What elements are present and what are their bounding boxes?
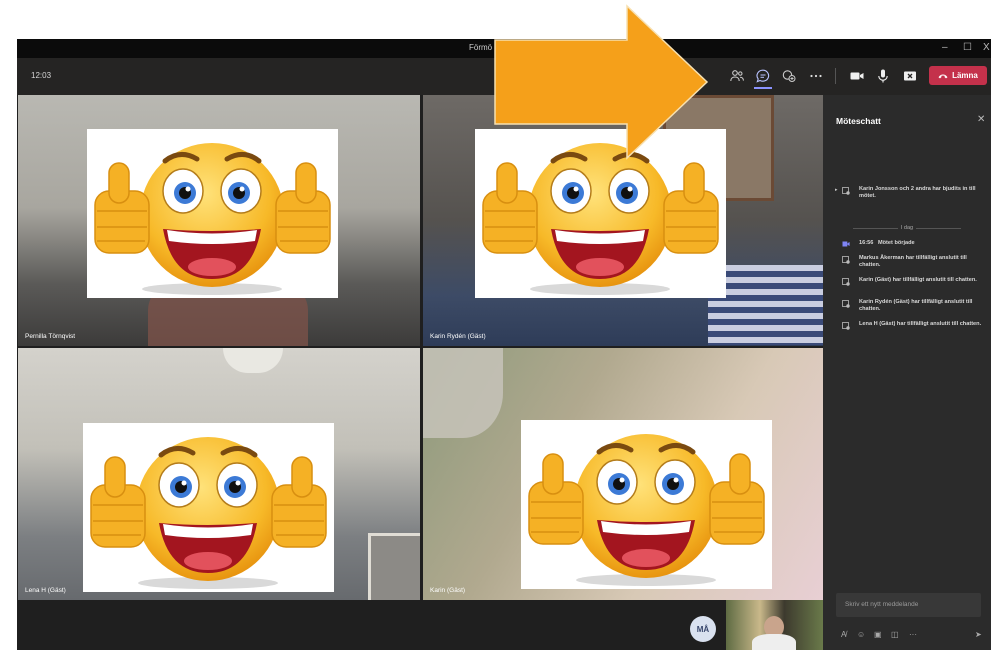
participant-name: Karin Rydén (Gäst)	[430, 333, 486, 340]
chat-member-icon	[842, 256, 850, 264]
meeting-chat-panel: Möteschatt ✕ ▸ Karin Jonsson och 2 andra…	[823, 95, 991, 650]
leave-label: Lämna	[952, 71, 978, 80]
send-icon[interactable]: ➤	[975, 630, 982, 639]
maximize-button[interactable]: ☐	[963, 42, 972, 54]
meeting-start-text: Mötet började	[877, 240, 915, 246]
invite-notice: Karin Jonsson och 2 andra har bjudits in…	[859, 186, 976, 199]
meeting-start-message: 16:56 Mötet började	[859, 240, 984, 247]
chat-event: Markus Åkerman har tillfälligt anslutit …	[859, 255, 967, 268]
message-compose-box[interactable]: Skriv ett nytt meddelande	[836, 593, 981, 617]
chat-event: Karin (Gäst) har tillfälligt anslutit ti…	[859, 277, 977, 283]
expand-chevron-icon[interactable]: ▸	[835, 187, 838, 193]
meeting-start-time: 16:56	[859, 240, 874, 246]
chat-title: Möteschatt	[836, 116, 881, 126]
chat-icon[interactable]	[755, 68, 771, 84]
minimize-button[interactable]: –	[942, 42, 948, 54]
compose-placeholder: Skriv ett nytt meddelande	[845, 601, 919, 608]
chat-active-indicator	[754, 87, 772, 89]
chat-event: Karin Rydén (Gäst) har tillfälligt anslu…	[859, 299, 973, 312]
chat-member-icon	[842, 300, 850, 308]
day-divider: I dag	[823, 225, 991, 231]
participant-name: Lena H (Gäst)	[25, 587, 66, 594]
more-options-icon[interactable]: ···	[909, 630, 917, 639]
people-icon[interactable]	[729, 68, 745, 84]
chat-event: Lena H (Gäst) har tillfälligt anslutit t…	[859, 321, 982, 327]
meeting-clock: 12:03	[31, 71, 52, 80]
format-icon[interactable]: A̸	[841, 630, 846, 639]
orange-arrow-annotation	[494, 4, 709, 160]
self-view-video[interactable]	[726, 600, 823, 650]
participant-name: Karin (Gäst)	[430, 587, 466, 594]
thumbs-up-emoji-icon	[83, 423, 334, 592]
leave-button[interactable]: Lämna	[929, 66, 987, 85]
participant-name: Pernilla Törnqvist	[25, 333, 76, 340]
sticker-icon[interactable]: ◫	[891, 630, 899, 639]
mic-icon[interactable]	[875, 68, 891, 84]
phone-hangup-icon	[938, 74, 948, 78]
window-title: Förmö	[469, 43, 493, 52]
chat-member-icon	[842, 187, 850, 195]
self-avatar[interactable]: MÅ	[690, 616, 716, 642]
emoji-icon[interactable]: ☺	[857, 630, 865, 639]
chat-member-icon	[842, 322, 850, 330]
toolbar-separator	[835, 68, 836, 84]
meeting-video-icon	[842, 241, 850, 247]
thumbs-up-emoji-icon	[521, 420, 772, 589]
chat-member-icon	[842, 278, 850, 286]
more-icon[interactable]	[808, 68, 824, 84]
share-screen-icon[interactable]	[902, 68, 918, 84]
gif-icon[interactable]: ▣	[874, 630, 882, 639]
reactions-icon[interactable]	[781, 68, 797, 84]
camera-icon[interactable]	[849, 68, 865, 84]
thumbs-up-emoji-icon	[87, 129, 338, 298]
close-window-button[interactable]: X	[983, 42, 990, 54]
chat-close-button[interactable]: ✕	[977, 114, 985, 125]
